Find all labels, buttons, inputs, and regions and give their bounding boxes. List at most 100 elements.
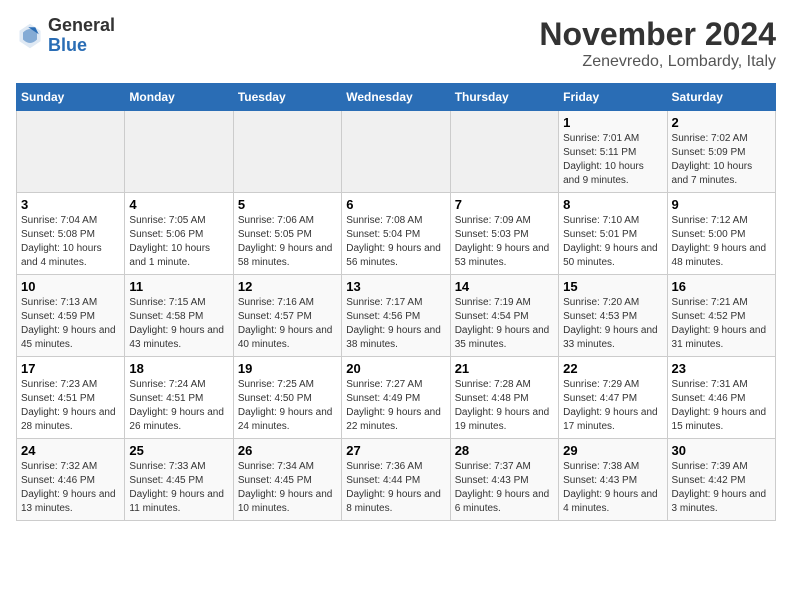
day-number: 9 — [672, 197, 771, 212]
day-info: Sunrise: 7:17 AM Sunset: 4:56 PM Dayligh… — [346, 296, 445, 352]
calendar-week-row: 10 Sunrise: 7:13 AM Sunset: 4:59 PM Dayli… — [17, 275, 776, 357]
day-info: Sunrise: 7:08 AM Sunset: 5:04 PM Dayligh… — [346, 214, 445, 270]
day-info: Sunrise: 7:34 AM Sunset: 4:45 PM Dayligh… — [238, 460, 337, 516]
calendar-week-row: 3 Sunrise: 7:04 AM Sunset: 5:08 PM Daylig… — [17, 193, 776, 275]
calendar-cell: 11Sunrise: 7:15 AM Sunset: 4:58 PM Dayli… — [125, 275, 233, 357]
day-number: 28 — [455, 443, 554, 458]
day-info: Sunrise: 7:27 AM Sunset: 4:49 PM Dayligh… — [346, 378, 445, 434]
day-info: Sunrise: 7:06 AM Sunset: 5:05 PM Dayligh… — [238, 214, 337, 270]
calendar-week-row: 24 Sunrise: 7:32 AM Sunset: 4:46 PM Dayli… — [17, 439, 776, 521]
month-title: November 2024 — [539, 16, 776, 53]
day-number: 16 — [672, 279, 771, 294]
header: General Blue November 2024 Zenevredo, Lo… — [16, 16, 776, 71]
day-number: 30 — [672, 443, 771, 458]
logo-text: General Blue — [48, 16, 115, 56]
day-info: Sunrise: 7:20 AM Sunset: 4:53 PM Dayligh… — [563, 296, 662, 352]
calendar-cell: 4 Sunrise: 7:05 AM Sunset: 5:06 PM Daylig… — [125, 193, 233, 275]
day-number: 11 — [129, 279, 228, 294]
day-number: 25 — [129, 443, 228, 458]
day-info: Sunrise: 7:10 AM Sunset: 5:01 PM Dayligh… — [563, 214, 662, 270]
day-info: Sunrise: 7:04 AM Sunset: 5:08 PM Dayligh… — [21, 214, 120, 270]
day-number: 6 — [346, 197, 445, 212]
calendar-cell: 5 Sunrise: 7:06 AM Sunset: 5:05 PM Daylig… — [233, 193, 341, 275]
calendar-cell: 26 Sunrise: 7:34 AM Sunset: 4:45 PM Dayli… — [233, 439, 341, 521]
calendar-cell: 8 Sunrise: 7:10 AM Sunset: 5:01 PM Daylig… — [559, 193, 667, 275]
calendar-header-row: SundayMondayTuesdayWednesdayThursdayFrid… — [17, 84, 776, 111]
calendar-cell — [125, 111, 233, 193]
calendar-cell — [342, 111, 450, 193]
day-number: 20 — [346, 361, 445, 376]
calendar-cell — [17, 111, 125, 193]
calendar-cell: 1 Sunrise: 7:01 AM Sunset: 5:11 PM Daylig… — [559, 111, 667, 193]
calendar-cell: 23 Sunrise: 7:31 AM Sunset: 4:46 PM Dayli… — [667, 357, 775, 439]
calendar-body: 1 Sunrise: 7:01 AM Sunset: 5:11 PM Daylig… — [17, 111, 776, 521]
calendar-cell: 15 Sunrise: 7:20 AM Sunset: 4:53 PM Dayli… — [559, 275, 667, 357]
day-info: Sunrise: 7:09 AM Sunset: 5:03 PM Dayligh… — [455, 214, 554, 270]
calendar-cell: 16 Sunrise: 7:21 AM Sunset: 4:52 PM Dayli… — [667, 275, 775, 357]
day-number: 2 — [672, 115, 771, 130]
day-number: 7 — [455, 197, 554, 212]
calendar-cell — [450, 111, 558, 193]
calendar-cell: 20 Sunrise: 7:27 AM Sunset: 4:49 PM Dayli… — [342, 357, 450, 439]
day-header-wednesday: Wednesday — [342, 84, 450, 111]
day-info: Sunrise: 7:25 AM Sunset: 4:50 PM Dayligh… — [238, 378, 337, 434]
day-number: 10 — [21, 279, 120, 294]
day-number: 15 — [563, 279, 662, 294]
day-info: Sunrise: 7:05 AM Sunset: 5:06 PM Dayligh… — [129, 214, 228, 270]
calendar-cell: 21Sunrise: 7:28 AM Sunset: 4:48 PM Dayli… — [450, 357, 558, 439]
day-info: Sunrise: 7:02 AM Sunset: 5:09 PM Dayligh… — [672, 132, 771, 188]
day-info: Sunrise: 7:31 AM Sunset: 4:46 PM Dayligh… — [672, 378, 771, 434]
title-area: November 2024 Zenevredo, Lombardy, Italy — [539, 16, 776, 71]
day-number: 21 — [455, 361, 554, 376]
day-info: Sunrise: 7:21 AM Sunset: 4:52 PM Dayligh… — [672, 296, 771, 352]
day-info: Sunrise: 7:33 AM Sunset: 4:45 PM Dayligh… — [129, 460, 228, 516]
calendar-cell: 18 Sunrise: 7:24 AM Sunset: 4:51 PM Dayli… — [125, 357, 233, 439]
day-number: 13 — [346, 279, 445, 294]
day-number: 8 — [563, 197, 662, 212]
calendar-cell: 3 Sunrise: 7:04 AM Sunset: 5:08 PM Daylig… — [17, 193, 125, 275]
day-header-friday: Friday — [559, 84, 667, 111]
calendar-table: SundayMondayTuesdayWednesdayThursdayFrid… — [16, 83, 776, 521]
calendar-cell: 24 Sunrise: 7:32 AM Sunset: 4:46 PM Dayli… — [17, 439, 125, 521]
day-info: Sunrise: 7:24 AM Sunset: 4:51 PM Dayligh… — [129, 378, 228, 434]
day-number: 18 — [129, 361, 228, 376]
day-number: 24 — [21, 443, 120, 458]
day-info: Sunrise: 7:39 AM Sunset: 4:42 PM Dayligh… — [672, 460, 771, 516]
calendar-cell: 10 Sunrise: 7:13 AM Sunset: 4:59 PM Dayli… — [17, 275, 125, 357]
day-number: 29 — [563, 443, 662, 458]
calendar-cell: 28 Sunrise: 7:37 AM Sunset: 4:43 PM Dayli… — [450, 439, 558, 521]
day-info: Sunrise: 7:12 AM Sunset: 5:00 PM Dayligh… — [672, 214, 771, 270]
day-number: 3 — [21, 197, 120, 212]
day-info: Sunrise: 7:23 AM Sunset: 4:51 PM Dayligh… — [21, 378, 120, 434]
day-info: Sunrise: 7:32 AM Sunset: 4:46 PM Dayligh… — [21, 460, 120, 516]
day-number: 5 — [238, 197, 337, 212]
calendar-cell: 2 Sunrise: 7:02 AM Sunset: 5:09 PM Daylig… — [667, 111, 775, 193]
day-number: 4 — [129, 197, 228, 212]
day-number: 12 — [238, 279, 337, 294]
day-number: 26 — [238, 443, 337, 458]
calendar-cell: 13 Sunrise: 7:17 AM Sunset: 4:56 PM Dayli… — [342, 275, 450, 357]
calendar-cell: 22Sunrise: 7:29 AM Sunset: 4:47 PM Dayli… — [559, 357, 667, 439]
day-number: 22 — [563, 361, 662, 376]
day-header-saturday: Saturday — [667, 84, 775, 111]
day-info: Sunrise: 7:13 AM Sunset: 4:59 PM Dayligh… — [21, 296, 120, 352]
calendar-cell: 7 Sunrise: 7:09 AM Sunset: 5:03 PM Daylig… — [450, 193, 558, 275]
day-number: 23 — [672, 361, 771, 376]
calendar-cell: 6 Sunrise: 7:08 AM Sunset: 5:04 PM Daylig… — [342, 193, 450, 275]
location: Zenevredo, Lombardy, Italy — [539, 53, 776, 71]
day-number: 19 — [238, 361, 337, 376]
calendar-cell: 12Sunrise: 7:16 AM Sunset: 4:57 PM Dayli… — [233, 275, 341, 357]
day-info: Sunrise: 7:38 AM Sunset: 4:43 PM Dayligh… — [563, 460, 662, 516]
calendar-cell: 29 Sunrise: 7:38 AM Sunset: 4:43 PM Dayli… — [559, 439, 667, 521]
calendar-week-row: 1 Sunrise: 7:01 AM Sunset: 5:11 PM Daylig… — [17, 111, 776, 193]
calendar-cell: 14Sunrise: 7:19 AM Sunset: 4:54 PM Dayli… — [450, 275, 558, 357]
day-info: Sunrise: 7:37 AM Sunset: 4:43 PM Dayligh… — [455, 460, 554, 516]
calendar-cell: 19 Sunrise: 7:25 AM Sunset: 4:50 PM Dayli… — [233, 357, 341, 439]
logo: General Blue — [16, 16, 115, 56]
day-header-sunday: Sunday — [17, 84, 125, 111]
calendar-cell: 25 Sunrise: 7:33 AM Sunset: 4:45 PM Dayli… — [125, 439, 233, 521]
day-info: Sunrise: 7:01 AM Sunset: 5:11 PM Dayligh… — [563, 132, 662, 188]
day-number: 1 — [563, 115, 662, 130]
day-header-tuesday: Tuesday — [233, 84, 341, 111]
calendar-cell: 9 Sunrise: 7:12 AM Sunset: 5:00 PM Daylig… — [667, 193, 775, 275]
